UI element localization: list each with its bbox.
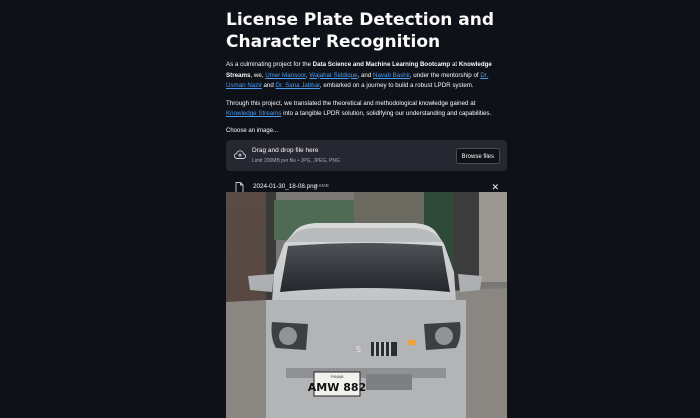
plate-province: PUNJAB (330, 375, 344, 379)
intro-paragraph: As a culminating project for the Data Sc… (226, 61, 492, 90)
file-dropzone[interactable]: Drag and drop file here Limit 200MB per … (226, 139, 507, 171)
main-content: License Plate Detection and Character Re… (226, 0, 507, 199)
uploaded-car-image: S PUNJAB AMW 882 (226, 192, 507, 418)
browse-files-button[interactable]: Browse files (455, 147, 500, 164)
uploaded-file-size: 0.6MB (315, 183, 329, 189)
uploaded-file-name: 2024-01-30_18-08.png (253, 182, 318, 190)
bootcamp-name: Data Science and Machine Learning Bootca… (312, 61, 451, 68)
link-knowledge-streams[interactable]: Knowledge Streams (226, 110, 281, 117)
car-photo-illustration: S PUNJAB AMW 882 (226, 192, 507, 418)
link-wajahat-siddique[interactable]: Wajahat Siddique (309, 72, 357, 79)
remove-file-close-icon[interactable]: ✕ (491, 182, 499, 192)
svg-text:S: S (356, 345, 361, 354)
license-plate-text: AMW 882 (308, 381, 366, 394)
dropzone-instructions: Drag and drop file here (252, 146, 319, 154)
uploader-label: Choose an image... (226, 127, 279, 134)
link-navab-bashir[interactable]: Navab Bashir (373, 72, 410, 79)
cloud-upload-icon (234, 150, 246, 159)
summary-paragraph: Through this project, we translated the … (226, 99, 492, 118)
page-title: License Plate Detection and Character Re… (226, 10, 495, 52)
dropzone-limit: Limit 200MB per file • JPG, JPEG, PNG (252, 157, 340, 164)
link-umer-mansoor[interactable]: Umer Mansoor (265, 72, 306, 79)
link-sana-jabbar[interactable]: Dr. Sana Jabbar (276, 82, 320, 89)
